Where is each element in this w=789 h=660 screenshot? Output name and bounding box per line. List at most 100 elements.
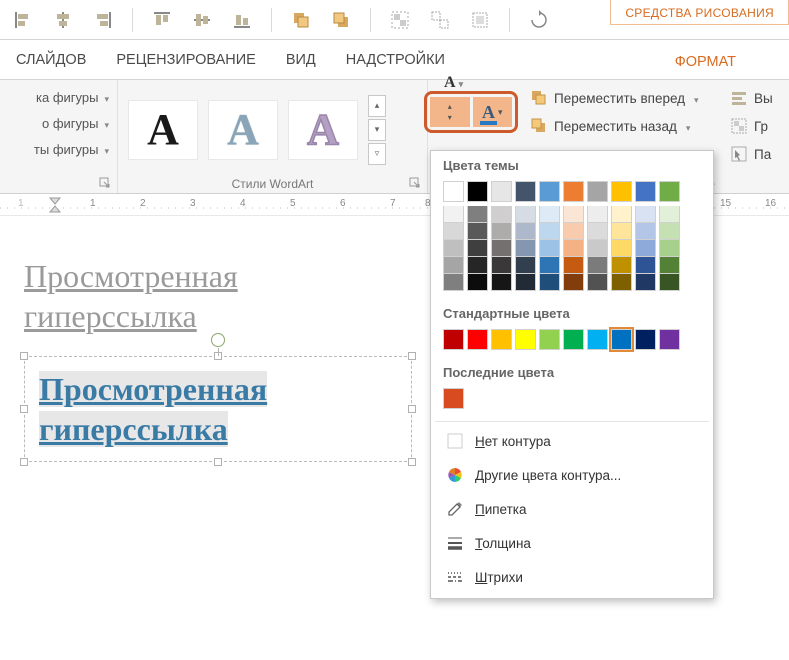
resize-handle[interactable]	[408, 352, 416, 360]
eyedropper-item[interactable]: Пипетка	[431, 492, 713, 526]
color-swatch[interactable]	[467, 223, 488, 240]
tab-review[interactable]: РЕЦЕНЗИРОВАНИЕ	[108, 46, 263, 74]
color-swatch[interactable]	[635, 329, 656, 350]
dialog-launcher-icon[interactable]	[99, 177, 111, 189]
color-swatch[interactable]	[587, 181, 608, 202]
color-swatch[interactable]	[587, 223, 608, 240]
color-swatch[interactable]	[611, 206, 632, 223]
shape-effects-button[interactable]: ты фигуры	[8, 136, 109, 162]
color-swatch[interactable]	[539, 274, 560, 291]
color-swatch[interactable]	[467, 274, 488, 291]
text-outline-button-highlighted[interactable]: ▴▾ A ▾	[424, 91, 518, 133]
ungroup-icon[interactable]	[429, 9, 451, 31]
color-swatch[interactable]	[515, 329, 536, 350]
no-outline-item[interactable]: Нет контура	[431, 424, 713, 458]
color-swatch[interactable]	[659, 329, 680, 350]
color-swatch[interactable]	[563, 206, 584, 223]
color-swatch[interactable]	[611, 181, 632, 202]
color-swatch[interactable]	[587, 329, 608, 350]
color-swatch[interactable]	[539, 240, 560, 257]
color-swatch[interactable]	[659, 181, 680, 202]
text-fill-button[interactable]: A ▾	[444, 74, 463, 92]
color-swatch[interactable]	[587, 206, 608, 223]
color-swatch[interactable]	[491, 329, 512, 350]
color-swatch[interactable]	[563, 257, 584, 274]
color-swatch[interactable]	[563, 223, 584, 240]
rotate-handle[interactable]	[211, 333, 225, 347]
weight-submenu-item[interactable]: Толщина	[431, 526, 713, 560]
color-swatch[interactable]	[443, 329, 464, 350]
resize-handle[interactable]	[20, 458, 28, 466]
color-swatch[interactable]	[611, 274, 632, 291]
color-swatch[interactable]	[611, 240, 632, 257]
color-swatch[interactable]	[611, 329, 632, 350]
tab-slides[interactable]: СЛАЙДОВ	[8, 46, 94, 74]
color-swatch[interactable]	[611, 257, 632, 274]
color-swatch[interactable]	[467, 206, 488, 223]
color-swatch[interactable]	[491, 274, 512, 291]
color-swatch[interactable]	[467, 181, 488, 202]
rotate-icon[interactable]	[528, 9, 550, 31]
wordart-preset-2[interactable]: A	[208, 100, 278, 160]
color-swatch[interactable]	[563, 181, 584, 202]
tab-view[interactable]: ВИД	[278, 46, 324, 74]
color-swatch[interactable]	[539, 181, 560, 202]
dialog-launcher-icon[interactable]	[409, 177, 421, 189]
wordart-preset-1[interactable]: A	[128, 100, 198, 160]
color-swatch[interactable]	[659, 240, 680, 257]
align-middle-icon[interactable]	[191, 9, 213, 31]
color-swatch[interactable]	[443, 181, 464, 202]
color-swatch[interactable]	[635, 181, 656, 202]
color-swatch[interactable]	[515, 274, 536, 291]
color-swatch[interactable]	[491, 257, 512, 274]
selection-pane-button[interactable]: Па	[730, 140, 773, 168]
color-swatch[interactable]	[491, 240, 512, 257]
color-swatch[interactable]	[635, 257, 656, 274]
color-swatch[interactable]	[443, 206, 464, 223]
more-outline-colors-item[interactable]: Другие цвета контура...	[431, 458, 713, 492]
color-swatch[interactable]	[587, 257, 608, 274]
align-bottom-icon[interactable]	[231, 9, 253, 31]
color-swatch[interactable]	[635, 223, 656, 240]
color-swatch[interactable]	[563, 329, 584, 350]
color-swatch[interactable]	[659, 274, 680, 291]
align-left-icon[interactable]	[12, 9, 34, 31]
color-swatch[interactable]	[587, 274, 608, 291]
align-top-icon[interactable]	[151, 9, 173, 31]
resize-handle[interactable]	[20, 405, 28, 413]
shape-fill-button[interactable]: ка фигуры	[8, 84, 109, 110]
color-swatch[interactable]	[659, 257, 680, 274]
send-backward-icon[interactable]	[330, 9, 352, 31]
color-swatch[interactable]	[635, 240, 656, 257]
color-swatch[interactable]	[539, 206, 560, 223]
resize-handle[interactable]	[214, 458, 222, 466]
color-swatch[interactable]	[467, 257, 488, 274]
color-swatch[interactable]	[587, 240, 608, 257]
color-swatch[interactable]	[611, 223, 632, 240]
align-button[interactable]: Вы	[730, 84, 773, 112]
visited-hyperlink-text-2[interactable]: Просмотренная гиперссылка	[39, 371, 267, 447]
resize-handle[interactable]	[408, 458, 416, 466]
align-center-icon[interactable]	[52, 9, 74, 31]
wordart-preset-3[interactable]: A	[288, 100, 358, 160]
group-icon[interactable]	[389, 9, 411, 31]
color-swatch[interactable]	[443, 388, 464, 409]
tab-format[interactable]: ФОРМАТ	[667, 48, 744, 76]
group-button[interactable]: Гр	[730, 112, 773, 140]
color-swatch[interactable]	[563, 274, 584, 291]
color-swatch[interactable]	[491, 181, 512, 202]
color-swatch[interactable]	[467, 240, 488, 257]
dashes-submenu-item[interactable]: Штрихи	[431, 560, 713, 594]
color-swatch[interactable]	[515, 181, 536, 202]
wordart-gallery-spinner[interactable]: ▴▾▿	[368, 95, 386, 165]
color-swatch[interactable]	[515, 257, 536, 274]
color-swatch[interactable]	[515, 206, 536, 223]
align-right-icon[interactable]	[92, 9, 114, 31]
color-swatch[interactable]	[635, 206, 656, 223]
color-swatch[interactable]	[491, 206, 512, 223]
color-swatch[interactable]	[443, 257, 464, 274]
color-swatch[interactable]	[539, 223, 560, 240]
color-swatch[interactable]	[539, 329, 560, 350]
color-swatch[interactable]	[563, 240, 584, 257]
color-swatch[interactable]	[443, 274, 464, 291]
